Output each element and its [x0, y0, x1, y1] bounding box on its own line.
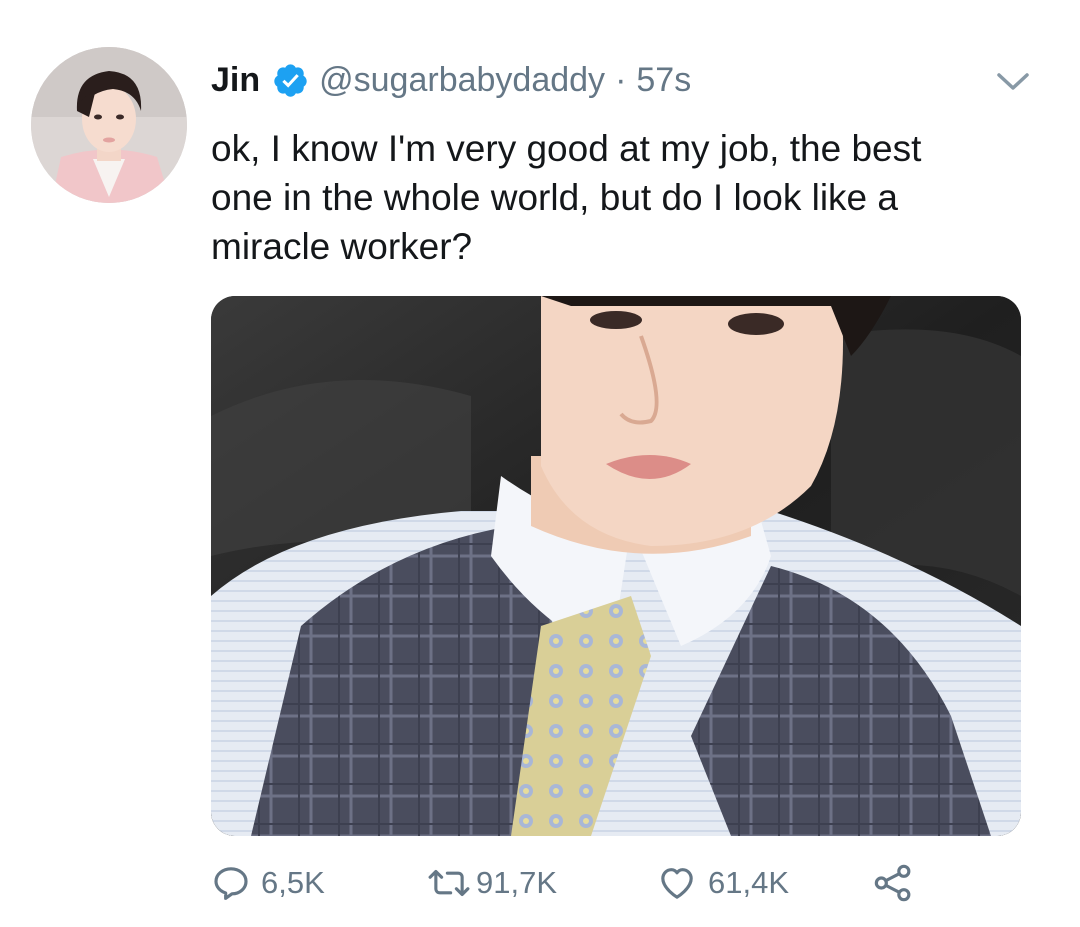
selfie-photo	[211, 296, 1021, 836]
retweet-count: 91,7K	[476, 865, 558, 900]
reply-button[interactable]: 6,5K	[211, 858, 325, 908]
verified-badge-icon	[272, 62, 309, 99]
reply-icon	[211, 863, 251, 903]
retweet-button[interactable]: 91,7K	[426, 858, 557, 908]
separator-dot: ·	[615, 60, 627, 99]
tweet-actions: 6,5K 91,7K 61,4K	[211, 858, 931, 908]
display-name[interactable]: Jin	[211, 61, 260, 100]
timestamp[interactable]: 57s	[636, 61, 691, 100]
user-handle[interactable]: @sugarbabydaddy	[319, 61, 605, 100]
like-button[interactable]: 61,4K	[656, 858, 789, 908]
heart-icon	[656, 863, 698, 903]
share-button[interactable]	[871, 858, 915, 908]
tweet-header: Jin @sugarbabydaddy · 57s	[211, 56, 1040, 104]
retweet-icon	[426, 863, 472, 903]
avatar[interactable]	[31, 47, 187, 203]
tweet-text: ok, I know I'm very good at my job, the …	[211, 128, 922, 267]
share-icon	[871, 863, 915, 903]
avatar-photo	[31, 47, 187, 203]
tweet-media-image[interactable]	[211, 296, 1021, 836]
tweet: Jin @sugarbabydaddy · 57s ok, I know I'm…	[0, 0, 1080, 927]
like-count: 61,4K	[708, 865, 790, 900]
chevron-down-icon[interactable]	[996, 72, 1030, 92]
reply-count: 6,5K	[261, 865, 325, 900]
